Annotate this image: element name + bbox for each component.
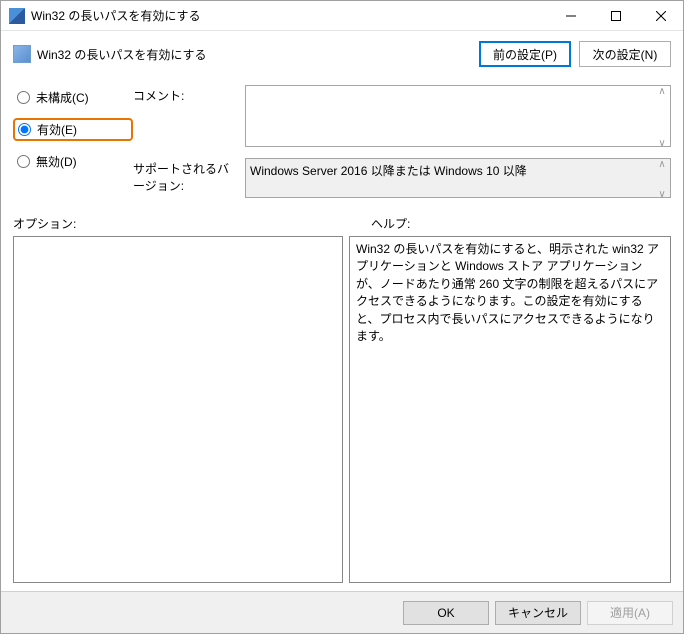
panel-labels: オプション: ヘルプ: bbox=[13, 215, 671, 232]
options-label: オプション: bbox=[13, 215, 371, 232]
window-controls bbox=[548, 1, 683, 30]
minimize-button[interactable] bbox=[548, 1, 593, 30]
header-left: Win32 の長いパスを有効にする bbox=[13, 41, 479, 63]
comment-input[interactable] bbox=[245, 85, 671, 147]
help-label: ヘルプ: bbox=[371, 215, 410, 232]
footer: OK キャンセル 適用(A) bbox=[1, 591, 683, 633]
radio-disabled-label: 無効(D) bbox=[36, 153, 77, 170]
titlebar: Win32 の長いパスを有効にする bbox=[1, 1, 683, 31]
maximize-button[interactable] bbox=[593, 1, 638, 30]
ok-button[interactable]: OK bbox=[403, 601, 489, 625]
radio-not-configured-label: 未構成(C) bbox=[36, 89, 89, 106]
radio-not-configured-input[interactable] bbox=[17, 91, 30, 104]
cancel-button[interactable]: キャンセル bbox=[495, 601, 581, 625]
window-title: Win32 の長いパスを有効にする bbox=[31, 7, 548, 24]
nav-buttons: 前の設定(P) 次の設定(N) bbox=[479, 41, 671, 67]
apply-button[interactable]: 適用(A) bbox=[587, 601, 673, 625]
supported-input bbox=[245, 158, 671, 198]
radio-not-configured[interactable]: 未構成(C) bbox=[13, 87, 133, 108]
app-icon bbox=[9, 8, 25, 24]
policy-icon bbox=[13, 45, 31, 63]
supported-wrap: ∧ ∨ bbox=[245, 158, 671, 201]
supported-label: サポートされるバージョン: bbox=[133, 158, 237, 201]
radio-disabled-input[interactable] bbox=[17, 155, 30, 168]
comment-wrap: ∧ ∨ bbox=[245, 85, 671, 150]
close-button[interactable] bbox=[638, 1, 683, 30]
panels-row: Win32 の長いパスを有効にすると、明示された win32 アプリケーションと… bbox=[13, 236, 671, 583]
mid-section: 未構成(C) 有効(E) 無効(D) コメント: ∧ ∨ bbox=[13, 85, 671, 201]
policy-title: Win32 の長いパスを有効にする bbox=[37, 46, 206, 63]
header-row: Win32 の長いパスを有効にする 前の設定(P) 次の設定(N) bbox=[13, 41, 671, 67]
radio-disabled[interactable]: 無効(D) bbox=[13, 151, 133, 172]
options-panel bbox=[13, 236, 343, 583]
radio-column: 未構成(C) 有効(E) 無効(D) bbox=[13, 85, 133, 201]
content-area: Win32 の長いパスを有効にする 前の設定(P) 次の設定(N) 未構成(C)… bbox=[1, 31, 683, 591]
fields-column: コメント: ∧ ∨ サポートされるバージョン: ∧ ∨ bbox=[133, 85, 671, 201]
comment-label: コメント: bbox=[133, 85, 237, 150]
prev-setting-button[interactable]: 前の設定(P) bbox=[479, 41, 571, 67]
dialog-window: Win32 の長いパスを有効にする Win32 の長いパスを有効にする 前の設定… bbox=[0, 0, 684, 634]
next-setting-button[interactable]: 次の設定(N) bbox=[579, 41, 671, 67]
supported-row: サポートされるバージョン: ∧ ∨ bbox=[133, 158, 671, 201]
radio-enabled-label: 有効(E) bbox=[37, 121, 77, 138]
comment-row: コメント: ∧ ∨ bbox=[133, 85, 671, 150]
help-panel: Win32 の長いパスを有効にすると、明示された win32 アプリケーションと… bbox=[349, 236, 671, 583]
radio-enabled[interactable]: 有効(E) bbox=[13, 118, 133, 141]
radio-enabled-input[interactable] bbox=[18, 123, 31, 136]
